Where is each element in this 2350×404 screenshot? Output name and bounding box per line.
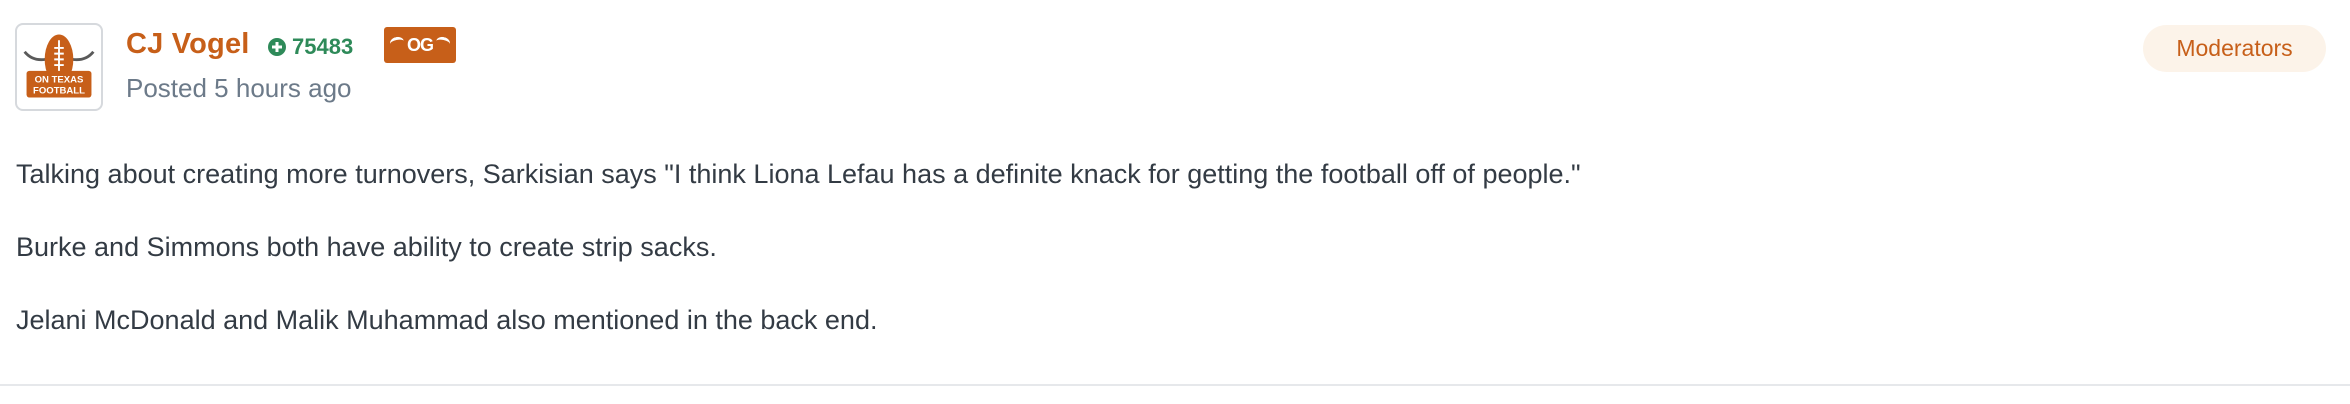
svg-text:ON TEXAS: ON TEXAS <box>35 74 84 85</box>
moderators-badge: Moderators <box>2143 25 2326 72</box>
longhorn-left-icon <box>389 35 405 50</box>
reputation-count: 75483 <box>268 34 353 60</box>
author-name-link[interactable]: CJ Vogel <box>126 28 250 61</box>
on-texas-football-logo-icon: ON TEXAS FOOTBALL <box>23 34 95 98</box>
post-body: Talking about creating more turnovers, S… <box>16 154 2316 373</box>
post-paragraph: Jelani McDonald and Malik Muhammad also … <box>16 305 878 335</box>
post-divider <box>0 384 2350 386</box>
reputation-value: 75483 <box>292 34 354 59</box>
og-badge: OG <box>384 27 456 63</box>
longhorn-right-icon <box>435 35 451 50</box>
post-timestamp: Posted 5 hours ago <box>126 73 352 103</box>
author-avatar[interactable]: ON TEXAS FOOTBALL <box>15 23 103 111</box>
svg-text:FOOTBALL: FOOTBALL <box>33 86 85 97</box>
og-badge-label: OG <box>406 34 434 55</box>
plus-circle-icon <box>268 38 286 56</box>
post-paragraph: Talking about creating more turnovers, S… <box>16 159 1581 189</box>
post-paragraph: Burke and Simmons both have ability to c… <box>16 232 717 262</box>
forum-post: ON TEXAS FOOTBALL CJ Vogel 75483 OG Post… <box>0 0 2350 404</box>
